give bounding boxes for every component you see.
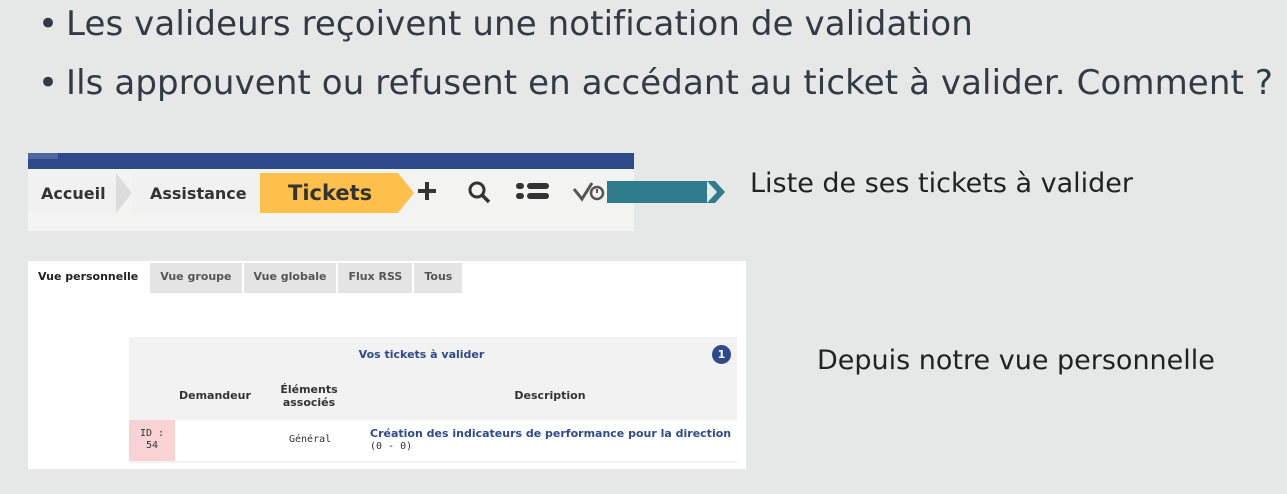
validation-clock-icon[interactable] [572,179,606,205]
ticket-id-cell: ID : 54 [129,420,175,461]
navbar-callout-label: Liste de ses tickets à valider [750,168,1134,199]
column-header-description: Description [514,389,586,402]
tab-tous[interactable]: Tous [414,263,463,293]
breadcrumb-tickets[interactable]: Tickets [260,173,398,213]
home-callout-label: Depuis notre vue personnelle [817,345,1215,376]
tickets-to-validate-panel: Vos tickets à valider 1 Demandeur Élémen… [129,337,737,463]
home-screenshot: Vue personnelle Vue groupe Vue globale F… [28,261,746,469]
navbar-top-bar [28,153,634,169]
breadcrumb-assistance[interactable]: Assistance [132,173,274,213]
column-header-items-line: Éléments [280,383,338,396]
ticket-title-link[interactable]: Création des indicateurs de performance … [370,427,731,440]
panel-title[interactable]: Vos tickets à valider [129,348,714,361]
tab-vue-globale[interactable]: Vue globale [243,263,337,293]
bullet-symbol: • [38,4,59,44]
tab-flux-rss[interactable]: Flux RSS [338,263,413,293]
bullet-symbol: • [38,63,59,103]
callout-arrow-shaft [607,181,707,203]
search-icon[interactable] [466,179,492,205]
ticket-id-value: 54 [145,440,159,451]
bullet-text: Ils approuvent ou refusent en accédant a… [66,63,1273,103]
list-icon[interactable] [514,179,552,205]
ticket-subtitle: (0 - 0) [370,441,413,452]
ticket-id-label: ID : [139,428,165,439]
associated-items-cell: Général [289,434,332,445]
bullet-item: • Les valideurs reçoivent une notificatio… [38,2,973,46]
bullet-item: • Ils approuvent ou refusent en accédant … [38,61,1273,105]
navbar-screenshot: Accueil Assistance Tickets [28,153,634,231]
breadcrumb-home[interactable]: Accueil [28,173,116,213]
table-row[interactable]: ID : 54 Général Création des indicateurs… [129,420,737,461]
tab-vue-groupe[interactable]: Vue groupe [150,263,242,293]
count-badge: 1 [712,345,731,364]
column-header-items: Éléments associés [269,383,349,409]
breadcrumb-separator [116,173,132,213]
column-header-items-line: associés [282,396,336,409]
breadcrumb-separator [398,173,414,213]
home-tabs: Vue personnelle Vue groupe Vue globale F… [28,263,464,293]
bullet-text: Les valideurs reçoivent une notification… [66,4,973,44]
tab-vue-personnelle[interactable]: Vue personnelle [28,263,149,293]
arrow-right-icon [707,181,725,203]
plus-icon[interactable] [416,179,438,205]
column-header-requester: Demandeur [179,389,251,402]
